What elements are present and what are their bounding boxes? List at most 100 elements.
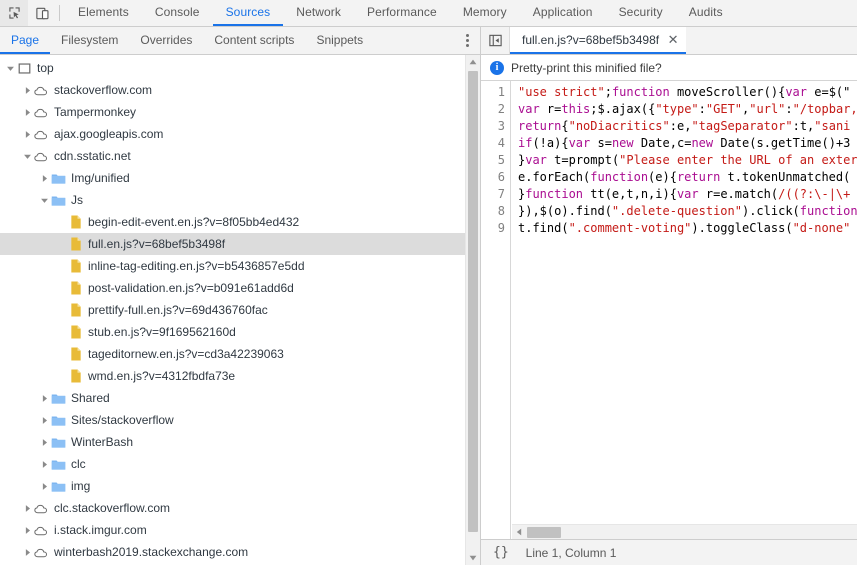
- chevron-right-icon[interactable]: [22, 519, 33, 541]
- line-number[interactable]: 2: [481, 101, 510, 118]
- editor-scroll-thumb[interactable]: [527, 526, 561, 538]
- scroll-up-arrow-icon[interactable]: [466, 55, 480, 69]
- line-number[interactable]: 5: [481, 152, 510, 169]
- tree-folder-row[interactable]: i.stack.imgur.com: [0, 519, 465, 541]
- kebab-menu-icon[interactable]: [454, 27, 480, 54]
- tree-file-row[interactable]: full.en.js?v=68bef5b3498f: [0, 233, 465, 255]
- cloud-icon: [33, 126, 50, 142]
- tree-folder-row[interactable]: clc.stackoverflow.com: [0, 497, 465, 519]
- show-navigator-panel-icon[interactable]: [481, 27, 510, 54]
- tab-performance[interactable]: Performance: [354, 0, 450, 26]
- inspect-element-icon[interactable]: [0, 0, 28, 26]
- tree-file-row[interactable]: stub.en.js?v=9f169562160d: [0, 321, 465, 343]
- tree-folder-row[interactable]: Tampermonkey: [0, 101, 465, 123]
- tree-item-label: full.en.js?v=68bef5b3498f: [88, 237, 226, 251]
- chevron-right-icon[interactable]: [22, 497, 33, 519]
- code-line[interactable]: if(!a){var s=new Date,c=new Date(s.getTi…: [518, 135, 857, 152]
- line-number[interactable]: 1: [481, 84, 510, 101]
- tab-application[interactable]: Application: [520, 0, 606, 26]
- tree-file-row[interactable]: wmd.en.js?v=4312fbdfa73e: [0, 365, 465, 387]
- tab-network[interactable]: Network: [283, 0, 354, 26]
- tree-folder-row[interactable]: top: [0, 57, 465, 79]
- chevron-down-icon[interactable]: [39, 189, 50, 211]
- scroll-down-arrow-icon[interactable]: [466, 551, 480, 565]
- tree-folder-row[interactable]: cdn.sstatic.net: [0, 145, 465, 167]
- chevron-down-icon[interactable]: [22, 145, 33, 167]
- code-line[interactable]: }function tt(e,t,n,i){var r=e.match(/((?…: [518, 186, 857, 203]
- code-line[interactable]: }),$(o).find(".delete-question").click(f…: [518, 203, 857, 220]
- tree-folder-row[interactable]: stackoverflow.com: [0, 79, 465, 101]
- code-editor[interactable]: 123456789 "use strict";function moveScro…: [481, 81, 857, 539]
- code-content[interactable]: "use strict";function moveScroller(){var…: [511, 81, 857, 539]
- chevron-right-icon[interactable]: [39, 475, 50, 497]
- code-line[interactable]: var r=this;$.ajax({"type":"GET","url":"/…: [518, 101, 857, 118]
- code-line[interactable]: "use strict";function moveScroller(){var…: [518, 84, 857, 101]
- nav-tab-overrides[interactable]: Overrides: [129, 27, 203, 54]
- scroll-left-arrow-icon[interactable]: [512, 528, 526, 536]
- line-number[interactable]: 8: [481, 203, 510, 220]
- line-number[interactable]: 6: [481, 169, 510, 186]
- pretty-print-infobar[interactable]: i Pretty-print this minified file?: [481, 55, 857, 81]
- chevron-right-icon[interactable]: [22, 123, 33, 145]
- tree-folder-row[interactable]: clc: [0, 453, 465, 475]
- tree-item-label: i.stack.imgur.com: [54, 523, 147, 537]
- code-token: Date,c=: [633, 136, 692, 150]
- chevron-right-icon[interactable]: [22, 79, 33, 101]
- tab-security[interactable]: Security: [606, 0, 676, 26]
- tree-file-row[interactable]: begin-edit-event.en.js?v=8f05bb4ed432: [0, 211, 465, 233]
- pretty-print-button[interactable]: {}: [490, 544, 512, 561]
- navigator-scroll-thumb[interactable]: [468, 71, 478, 532]
- tree-folder-row[interactable]: Js: [0, 189, 465, 211]
- tree-folder-row[interactable]: WinterBash: [0, 431, 465, 453]
- chevron-right-icon[interactable]: [39, 387, 50, 409]
- tree-folder-row[interactable]: Img/unified: [0, 167, 465, 189]
- chevron-right-icon[interactable]: [22, 541, 33, 563]
- chevron-right-icon[interactable]: [39, 453, 50, 475]
- tree-folder-row[interactable]: winterbash2019.stackexchange.com: [0, 541, 465, 563]
- tree-file-row[interactable]: post-validation.en.js?v=b091e61add6d: [0, 277, 465, 299]
- chevron-right-icon[interactable]: [39, 167, 50, 189]
- editor-horizontal-scrollbar[interactable]: [512, 524, 857, 539]
- code-line[interactable]: t.find(".comment-voting").toggleClass("d…: [518, 220, 857, 237]
- tab-memory[interactable]: Memory: [450, 0, 520, 26]
- chevron-right-icon[interactable]: [39, 409, 50, 431]
- code-token: :: [785, 102, 793, 116]
- tree-folder-row[interactable]: img: [0, 475, 465, 497]
- tab-elements[interactable]: Elements: [65, 0, 142, 26]
- tab-console[interactable]: Console: [142, 0, 213, 26]
- tree-folder-row[interactable]: Shared: [0, 387, 465, 409]
- nav-tab-filesystem[interactable]: Filesystem: [50, 27, 129, 54]
- chevron-right-icon[interactable]: [22, 101, 33, 123]
- tree-item-label: stackoverflow.com: [54, 83, 153, 97]
- navigator-tabbar: Page Filesystem Overrides Content script…: [0, 27, 480, 55]
- tree-file-row[interactable]: prettify-full.en.js?v=69d436760fac: [0, 299, 465, 321]
- device-toolbar-icon[interactable]: [28, 0, 56, 26]
- code-line[interactable]: e.forEach(function(e){return t.tokenUnma…: [518, 169, 857, 186]
- pretty-print-message: Pretty-print this minified file?: [511, 60, 662, 75]
- tree-file-row[interactable]: tageditornew.en.js?v=cd3a42239063: [0, 343, 465, 365]
- code-token: e.forEach(: [518, 170, 591, 184]
- code-token: new: [611, 136, 634, 150]
- close-icon[interactable]: ✕: [666, 33, 680, 47]
- tree-folder-row[interactable]: ajax.googleapis.com: [0, 123, 465, 145]
- tree-file-row[interactable]: inline-tag-editing.en.js?v=b5436857e5dd: [0, 255, 465, 277]
- file-tree: top stackoverflow.com Tampermonkey ajax.goo…: [0, 55, 465, 565]
- chevron-down-icon[interactable]: [5, 57, 16, 79]
- nav-tab-content-scripts[interactable]: Content scripts: [203, 27, 305, 54]
- line-number[interactable]: 9: [481, 220, 510, 237]
- chevron-right-icon[interactable]: [39, 431, 50, 453]
- line-number[interactable]: 7: [481, 186, 510, 203]
- code-token: "tagSeparator": [691, 119, 793, 133]
- line-number[interactable]: 4: [481, 135, 510, 152]
- line-number[interactable]: 3: [481, 118, 510, 135]
- tree-folder-row[interactable]: Sites/stackoverflow: [0, 409, 465, 431]
- nav-tab-page[interactable]: Page: [0, 27, 51, 54]
- code-line[interactable]: return{"noDiacritics":e,"tagSeparator":t…: [518, 118, 857, 135]
- code-line[interactable]: }var t=prompt("Please enter the URL of a…: [518, 152, 857, 169]
- navigator-vertical-scrollbar[interactable]: [465, 55, 480, 565]
- nav-tab-snippets[interactable]: Snippets: [305, 27, 374, 54]
- editor-file-tab[interactable]: full.en.js?v=68bef5b3498f ✕: [510, 27, 687, 54]
- tab-sources[interactable]: Sources: [212, 0, 284, 26]
- tab-audits[interactable]: Audits: [676, 0, 736, 26]
